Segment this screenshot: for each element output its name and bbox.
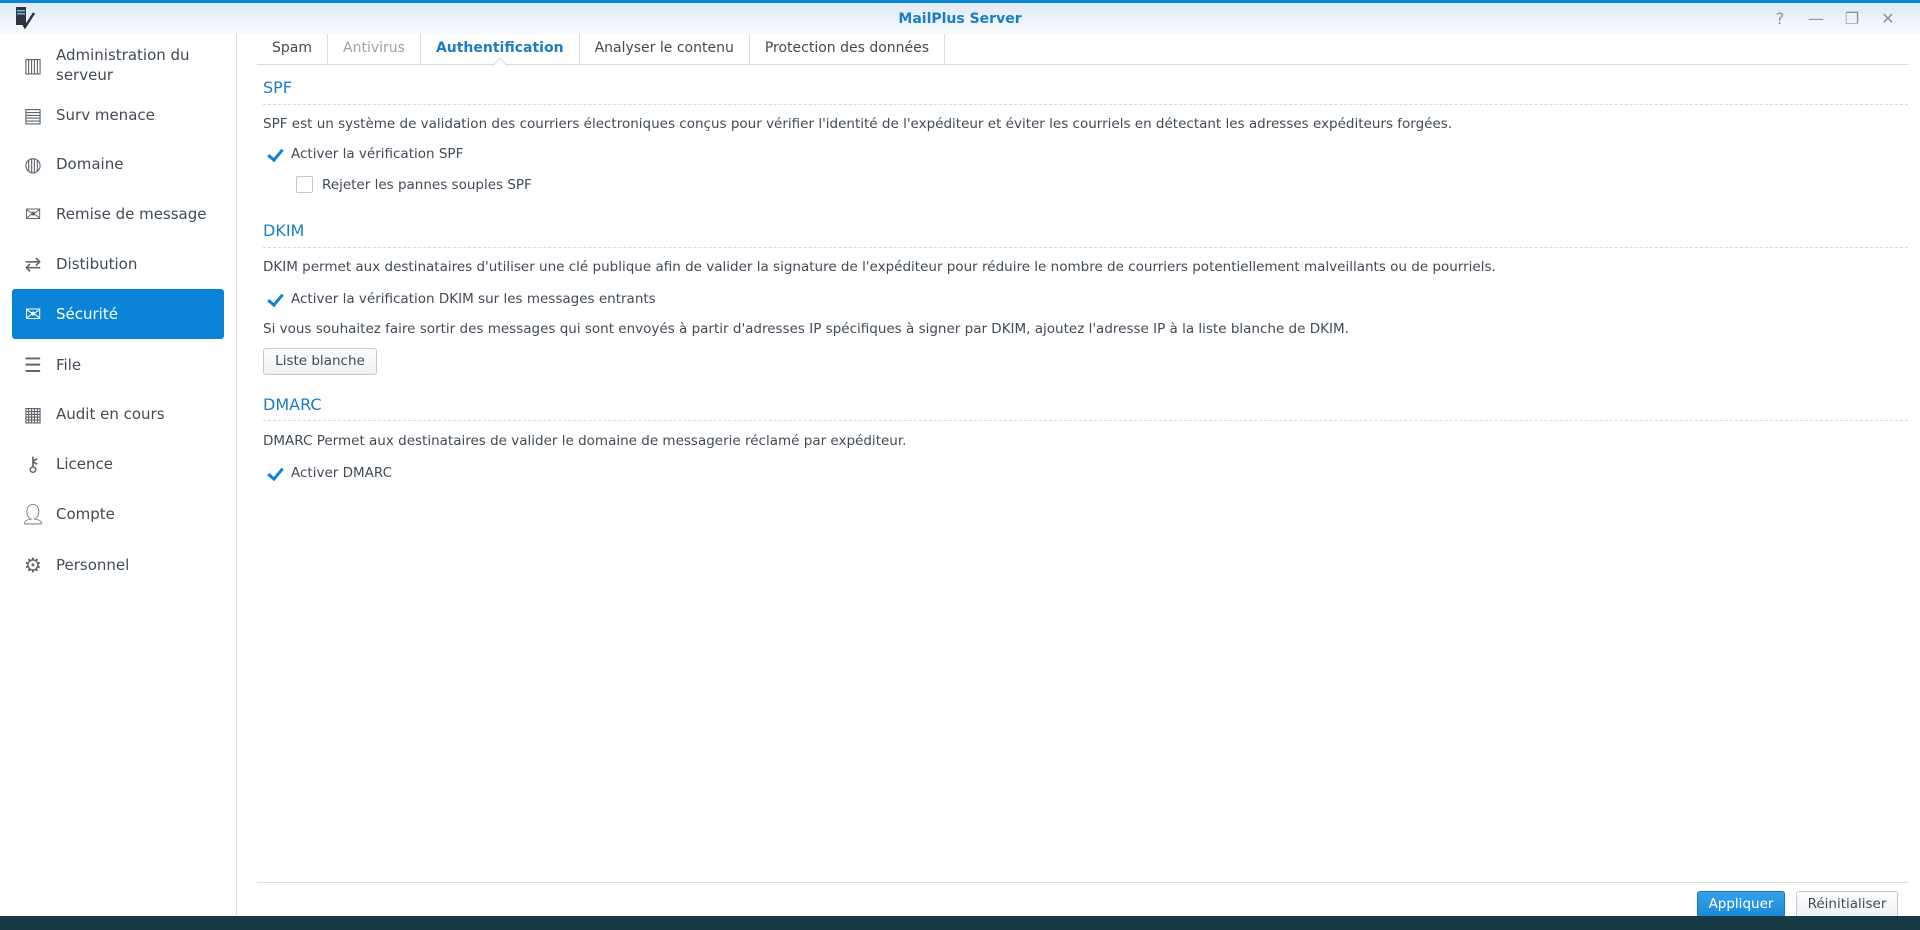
spf-description: SPF est un système de validation des cou…: [263, 116, 1453, 132]
sidebar-item-label: File: [56, 356, 82, 374]
globe-icon: ◍: [24, 152, 42, 176]
checkbox-unchecked[interactable]: [296, 176, 313, 193]
checkbox-label: Activer la vérification DKIM sur les mes…: [291, 290, 656, 307]
tab-bar: Spam Antivirus Authentification Analyser…: [257, 34, 1908, 65]
footer-divider: [257, 882, 1908, 883]
title-bar: MailPlus Server ? — ❐ ✕: [0, 0, 1920, 34]
sidebar-item-label: Personnel: [56, 556, 130, 574]
list-icon: ☰: [24, 353, 42, 377]
checkbox-checked[interactable]: [265, 290, 282, 307]
reset-button[interactable]: Réinitialiser: [1796, 891, 1898, 918]
dkim-description: DKIM permet aux destinataires d'utiliser…: [263, 259, 1496, 275]
window-title: MailPlus Server: [898, 11, 1022, 27]
sidebar-item-label: Sécurité: [56, 305, 118, 323]
divider: [263, 420, 1908, 421]
sidebar-item-domain[interactable]: ◍ Domaine: [12, 139, 224, 189]
close-icon[interactable]: ✕: [1880, 9, 1896, 28]
dmarc-description: DMARC Permet aux destinataires de valide…: [263, 433, 907, 449]
minimize-icon[interactable]: —: [1808, 9, 1824, 28]
tab-content-scan[interactable]: Analyser le contenu: [580, 34, 750, 64]
sidebar-item-label: Domaine: [56, 155, 124, 173]
checkbox-checked[interactable]: [265, 464, 282, 481]
sidebar-item-label: Compte: [56, 505, 115, 523]
sidebar-item-account[interactable]: 👤︎ Compte: [12, 489, 224, 539]
help-icon[interactable]: ?: [1772, 9, 1788, 28]
sidebar-item-label: Surv menace: [56, 106, 155, 124]
user-icon: 👤︎: [20, 502, 46, 526]
gear-icon: ⚙: [24, 553, 42, 577]
sidebar-item-delivery[interactable]: ✉ Remise de message: [12, 189, 224, 239]
mail-upload-icon: ✉: [24, 202, 42, 226]
taskbar-edge: [0, 916, 1920, 930]
dkim-whitelist-note: Si vous souhaitez faire sortir des messa…: [263, 321, 1349, 337]
id-card-icon: ▤: [23, 103, 43, 127]
sidebar: ▥ Administration du serveur ▤ Surv menace ◍…: [0, 34, 237, 916]
checkbox-checked[interactable]: [265, 145, 282, 162]
sidebar-item-server-admin[interactable]: ▥ Administration du serveur: [12, 40, 224, 90]
sidebar-item-label: Distibution: [56, 255, 138, 273]
dkim-heading: DKIM: [263, 221, 305, 240]
sidebar-item-personal[interactable]: ⚙ Personnel: [12, 540, 224, 590]
dmarc-enable-checkbox[interactable]: Activer DMARC: [265, 464, 392, 481]
tab-spam[interactable]: Spam: [257, 34, 328, 64]
dkim-enable-checkbox[interactable]: Activer la vérification DKIM sur les mes…: [265, 290, 656, 307]
dmarc-heading: DMARC: [263, 395, 322, 414]
checkbox-label: Rejeter les pannes souples SPF: [322, 176, 532, 193]
sidebar-item-label: Licence: [56, 455, 113, 473]
checkbox-label: Activer DMARC: [291, 464, 393, 481]
tab-data-protection[interactable]: Protection des données: [750, 34, 946, 64]
divider: [263, 104, 1908, 105]
arrows-exchange-icon: ⇄: [24, 252, 42, 276]
sidebar-item-label: Administration du: [56, 46, 190, 64]
sidebar-item-license[interactable]: ⚷ Licence: [12, 439, 224, 489]
apply-button[interactable]: Appliquer: [1697, 891, 1785, 918]
sidebar-item-distribution[interactable]: ⇄ Distibution: [12, 239, 224, 289]
sidebar-item-label: Remise de message: [56, 205, 207, 223]
spf-reject-softfail-checkbox[interactable]: Rejeter les pannes souples SPF: [296, 176, 532, 193]
tab-antivirus[interactable]: Antivirus: [328, 34, 421, 64]
tab-authentication[interactable]: Authentification: [421, 34, 580, 64]
restore-icon[interactable]: ❐: [1844, 9, 1860, 28]
document-list-icon: ▦: [23, 402, 43, 426]
mail-shield-icon: ✉: [24, 302, 42, 326]
key-icon: ⚷: [25, 452, 41, 476]
whitelist-button[interactable]: Liste blanche: [263, 348, 377, 375]
sidebar-item-threat-monitor[interactable]: ▤ Surv menace: [12, 90, 224, 140]
spf-enable-checkbox[interactable]: Activer la vérification SPF: [265, 145, 463, 162]
sidebar-item-audit[interactable]: ▦ Audit en cours: [12, 389, 224, 439]
server-admin-icon: ▥: [23, 53, 43, 77]
sidebar-item-label: Audit en cours: [56, 405, 165, 423]
divider: [263, 247, 1908, 248]
sidebar-item-queue[interactable]: ☰ File: [12, 340, 224, 390]
sidebar-item-security[interactable]: ✉ Sécurité: [12, 289, 224, 339]
spf-heading: SPF: [263, 78, 293, 97]
checkbox-label: Activer la vérification SPF: [291, 145, 464, 162]
sidebar-item-label: serveur: [56, 66, 113, 84]
